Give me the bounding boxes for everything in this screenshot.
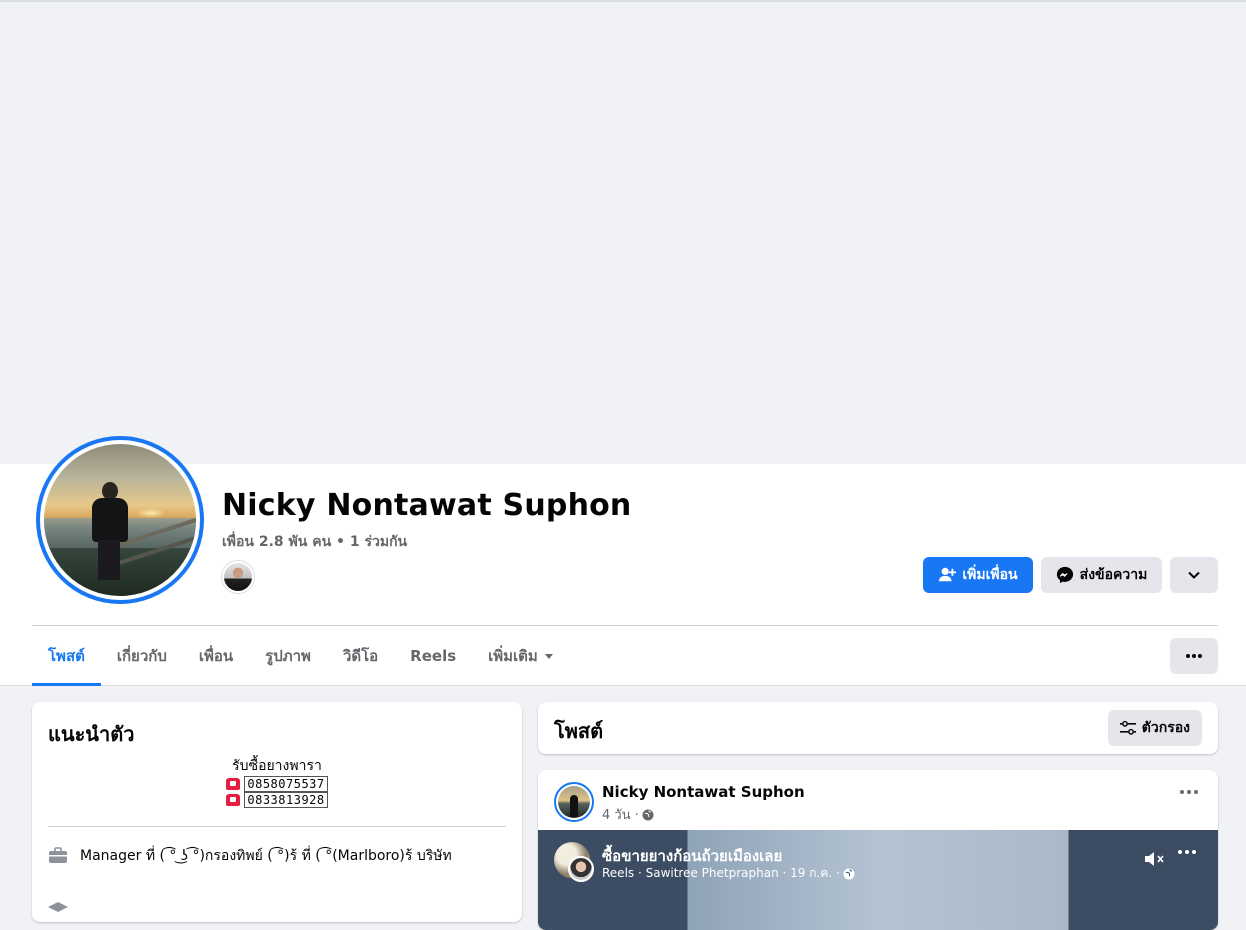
shared-reel[interactable]: ซื้อขายยางก้อนถ้วยเมืองเลย Reels · Sawit… (538, 830, 1218, 930)
profile-photo (44, 444, 196, 596)
messenger-icon (1056, 566, 1074, 584)
more-dots-icon (1178, 850, 1196, 854)
more-dots-icon (1180, 790, 1198, 794)
filter-button[interactable]: ตัวกรอง (1107, 710, 1202, 746)
filter-label: ตัวกรอง (1141, 720, 1190, 736)
reel-meta-text: Reels · Sawitree Phetpraphan · 19 ก.ค. · (602, 866, 840, 880)
posts-title: โพสต์ (554, 719, 604, 743)
globe-icon (642, 809, 654, 821)
caret-down-icon (544, 651, 554, 661)
profile-name: Nicky Nontawat Suphon (222, 488, 632, 523)
profile-avatar[interactable] (36, 436, 204, 604)
intro-card: แนะนำตัว รับซื้อยางพารา 0858075537 08338… (32, 702, 522, 922)
tab-about[interactable]: เกี่ยวกับ (101, 626, 183, 686)
posts-header-card: โพสต์ ตัวกรอง (538, 702, 1218, 754)
speaker-muted-icon (1144, 850, 1166, 868)
bio-phone-2: 0833813928 (48, 792, 506, 808)
post-options-button[interactable] (1180, 790, 1198, 794)
telephone-icon (226, 778, 241, 790)
intro-title: แนะนำตัว (48, 722, 135, 746)
bio-phone-1: 0858075537 (48, 776, 506, 792)
post-author-name[interactable]: Nicky Nontawat Suphon (602, 783, 805, 801)
phone-number: 0858075537 (244, 776, 328, 792)
add-person-icon (938, 566, 957, 584)
intro-bio: รับซื้อยางพารา 0858075537 0833813928 (48, 756, 506, 808)
post-card: Nicky Nontawat Suphon 4 วัน · ซื้อขายยาง… (538, 770, 1218, 930)
school-icon (48, 900, 68, 920)
tab-photos[interactable]: รูปภาพ (249, 626, 327, 686)
cover-photo[interactable] (0, 2, 1246, 464)
tabs-options-button[interactable] (1170, 638, 1218, 674)
tab-more[interactable]: เพิ่มเติม (472, 626, 570, 686)
profile-options-button[interactable] (1170, 557, 1218, 593)
tab-posts[interactable]: โพสต์ (32, 626, 101, 686)
tab-friends[interactable]: เพื่อน (183, 626, 249, 686)
more-dots-icon (1186, 654, 1202, 658)
reel-author-avatar[interactable] (568, 856, 594, 882)
tab-reels[interactable]: Reels (394, 626, 472, 686)
message-label: ส่งข้อความ (1079, 567, 1148, 583)
briefcase-icon (48, 846, 68, 866)
add-friend-button[interactable]: เพิ่มเพื่อน (923, 557, 1033, 593)
friends-count[interactable]: เพื่อน 2.8 พัน คน • 1 ร่วมกัน (222, 531, 407, 553)
intro-divider (48, 826, 506, 827)
phone-number: 0833813928 (244, 792, 328, 808)
bio-line: รับซื้อยางพารา (232, 758, 322, 774)
add-friend-label: เพิ่มเพื่อน (962, 567, 1018, 583)
telephone-icon (226, 794, 241, 806)
filter-icon (1119, 720, 1136, 736)
chevron-down-icon (1187, 568, 1201, 582)
tab-more-label: เพิ่มเติม (488, 647, 538, 665)
tab-videos[interactable]: วิดีโอ (327, 626, 394, 686)
mutual-friend-avatar[interactable] (222, 561, 254, 593)
post-time[interactable]: 4 วัน · (602, 804, 639, 825)
mute-button[interactable] (1144, 850, 1166, 868)
post-author-avatar[interactable] (554, 782, 594, 822)
message-button[interactable]: ส่งข้อความ (1041, 557, 1162, 593)
profile-tabs: โพสต์ เกี่ยวกับ เพื่อน รูปภาพ วิดีโอ Ree… (32, 626, 570, 686)
globe-icon (843, 868, 855, 880)
reel-options-button[interactable] (1178, 850, 1196, 854)
post-meta: 4 วัน · (602, 804, 654, 825)
reel-meta: Reels · Sawitree Phetpraphan · 19 ก.ค. · (602, 864, 855, 883)
intro-work-row: Manager ที่ ( ͡° ͜ʖ ͡°)กรองทิพย์ ( ͡°)ร้… (48, 846, 506, 866)
work-text: Manager ที่ ( ͡° ͜ʖ ͡°)กรองทิพย์ ( ͡°)ร้… (80, 848, 452, 864)
